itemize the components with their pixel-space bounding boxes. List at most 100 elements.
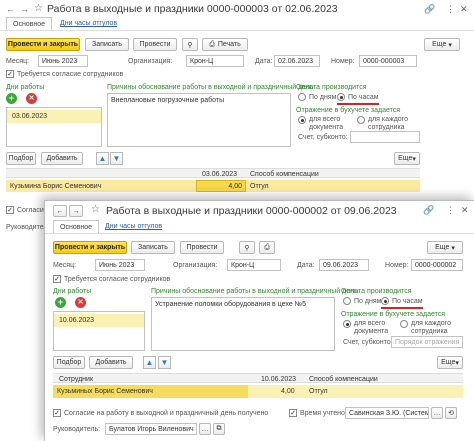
- by-hours-label: По часам: [348, 94, 379, 101]
- date-field[interactable]: 09.06.2023: [319, 259, 369, 271]
- table-more-button[interactable]: Еще ▾: [394, 152, 420, 165]
- time-accounted-checkbox[interactable]: ✓: [289, 409, 297, 417]
- tab-main[interactable]: Основное: [6, 17, 53, 31]
- account-field[interactable]: Порядок отражения: [391, 336, 463, 348]
- tab-days-hours[interactable]: Дни часы отгулов: [105, 223, 162, 230]
- attach-button[interactable]: ⚲: [182, 38, 198, 51]
- menu-icon[interactable]: ⋮: [446, 205, 455, 216]
- by-hours-radio[interactable]: [381, 297, 389, 305]
- date-label: Дата:: [297, 262, 315, 269]
- head-link-button[interactable]: ⧉: [213, 423, 225, 435]
- paperclip-icon: ⚲: [187, 41, 193, 49]
- post-button[interactable]: Провести: [180, 241, 224, 254]
- account-field[interactable]: [350, 131, 420, 143]
- save-button[interactable]: Записать: [131, 241, 175, 254]
- workday-item[interactable]: 10.06.2023: [54, 314, 144, 327]
- forward-arrow-icon[interactable]: →: [20, 4, 29, 14]
- payment-section-title: Оплата производится: [341, 288, 412, 295]
- col-date: 10.06.2023: [261, 376, 297, 383]
- by-days-radio[interactable]: [343, 297, 351, 305]
- save-button[interactable]: Записать: [85, 38, 129, 51]
- org-field[interactable]: Крон-Ц: [227, 259, 281, 271]
- link-icon[interactable]: 🔗: [423, 205, 434, 216]
- hours-cell[interactable]: 4,00: [196, 180, 246, 192]
- print-button[interactable]: ⎙ Печать: [202, 38, 248, 51]
- reason-textarea[interactable]: Внеплановые погрузочные работы: [107, 93, 291, 147]
- consent-received-checkbox[interactable]: ✓: [6, 206, 14, 214]
- by-hours-radio[interactable]: [337, 93, 345, 101]
- account-label: Счет, субконто:: [298, 134, 348, 141]
- delete-icon[interactable]: ✕: [75, 297, 86, 308]
- open-icon: ⧉: [216, 425, 222, 432]
- more-label: Еще: [432, 41, 447, 48]
- month-field[interactable]: Июнь 2023: [95, 259, 145, 271]
- move-up-icon[interactable]: ▲: [96, 152, 109, 165]
- month-field[interactable]: Июнь 2023: [38, 55, 88, 67]
- col-compensation: Способ компенсации: [250, 171, 319, 178]
- link-icon[interactable]: 🔗: [424, 4, 435, 15]
- highlight-underline: [381, 307, 423, 309]
- table-more-button[interactable]: Еще ▾: [437, 356, 463, 369]
- by-days-radio[interactable]: [298, 93, 306, 101]
- move-up-icon[interactable]: ▲: [143, 356, 156, 369]
- reason-textarea[interactable]: Устранение поломки оборудования в цехе №…: [151, 297, 335, 351]
- table-row[interactable]: Кузьмина Борис Семенович 4,00 Отгул: [6, 180, 420, 192]
- fill-button[interactable]: Подбор: [6, 152, 36, 165]
- close-icon[interactable]: ✕: [461, 205, 469, 216]
- add-button[interactable]: Добавить: [89, 356, 133, 369]
- time-history-button[interactable]: ⟲: [445, 407, 457, 419]
- back-arrow-icon: ←: [56, 207, 64, 215]
- tab-days-hours[interactable]: Дни часы отгулов: [60, 20, 117, 27]
- head-field[interactable]: Булатов Игорь Виленович: [105, 423, 197, 435]
- post-and-close-button[interactable]: Провести и закрыть: [53, 241, 127, 254]
- col-compensation: Способ компенсации: [309, 376, 378, 383]
- menu-icon[interactable]: ⋮: [446, 4, 455, 15]
- tab-divider: [0, 30, 474, 31]
- by-hours-label: По часам: [392, 298, 423, 305]
- consent-required-checkbox[interactable]: ✓: [6, 70, 14, 78]
- delete-icon[interactable]: ✕: [26, 93, 37, 104]
- time-accounted-field[interactable]: Савинская З.Ю. (Система: [345, 407, 429, 419]
- attach-button[interactable]: ⚲: [239, 241, 255, 254]
- add-button[interactable]: Добавить: [41, 152, 83, 165]
- row-employee: Кузьминых Борис Семенович: [57, 388, 153, 395]
- consent-received-checkbox[interactable]: ✓: [53, 409, 61, 417]
- more-button[interactable]: Еще ▾: [427, 241, 463, 254]
- for-all-radio[interactable]: [343, 320, 351, 328]
- employee-cell[interactable]: Кузьминых Борис Семенович: [53, 385, 248, 398]
- back-arrow-icon[interactable]: ←: [6, 4, 15, 14]
- date-field[interactable]: 02.06.2023: [274, 55, 320, 67]
- forward-button[interactable]: →: [69, 205, 83, 217]
- star-icon[interactable]: ☆: [34, 3, 43, 14]
- head-open-button[interactable]: …: [199, 423, 211, 435]
- reason-section-title: Причины обоснование работы в выходной и …: [151, 288, 358, 295]
- fill-button[interactable]: Подбор: [53, 356, 85, 369]
- add-icon[interactable]: +: [6, 93, 17, 104]
- back-button[interactable]: ←: [53, 205, 67, 217]
- more-button[interactable]: Еще ▾: [424, 38, 460, 51]
- add-icon[interactable]: +: [55, 297, 66, 308]
- move-down-icon[interactable]: ▼: [110, 152, 123, 165]
- reason-text: Устранение поломки оборудования в цехе №…: [155, 301, 307, 308]
- number-field[interactable]: 0000-000003: [359, 55, 417, 67]
- for-all-radio[interactable]: [298, 116, 306, 124]
- window-title: Работа в выходные и праздники 0000-00000…: [106, 205, 397, 217]
- print-button[interactable]: ⎙: [259, 241, 275, 254]
- tab-main[interactable]: Основное: [53, 220, 100, 234]
- forward-arrow-icon: →: [72, 207, 80, 215]
- workday-item[interactable]: 03.06.2023: [7, 110, 101, 123]
- post-and-close-button[interactable]: Провести и закрыть: [6, 38, 80, 51]
- number-field[interactable]: 0000-000002: [411, 259, 463, 271]
- close-icon[interactable]: ✕: [460, 4, 468, 15]
- move-down-icon[interactable]: ▼: [158, 356, 171, 369]
- payment-section-title: Оплата производится: [296, 84, 367, 91]
- star-icon[interactable]: ☆: [91, 204, 100, 215]
- for-each-radio[interactable]: [357, 116, 365, 124]
- table-row[interactable]: Кузьминых Борис Семенович 4,00 Отгул: [53, 385, 463, 398]
- consent-required-checkbox[interactable]: ✓: [53, 275, 61, 283]
- post-button[interactable]: Провести: [133, 38, 177, 51]
- org-field[interactable]: Крон-Ц: [186, 55, 244, 67]
- for-each-radio[interactable]: [400, 320, 408, 328]
- time-open-button[interactable]: …: [431, 407, 443, 419]
- head-label: Руководитель:: [53, 426, 101, 433]
